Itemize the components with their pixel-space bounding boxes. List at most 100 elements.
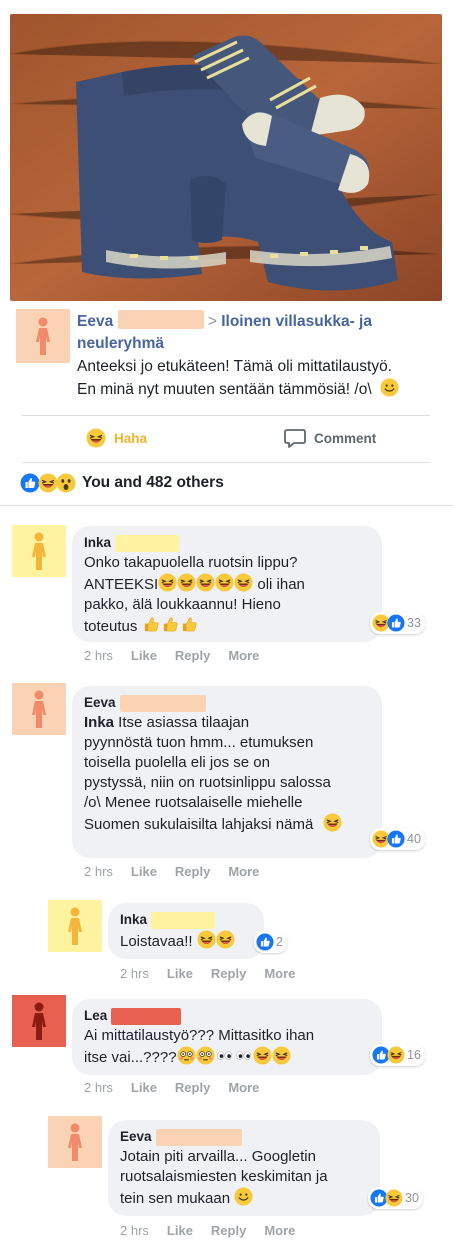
post-text: Anteeksi jo etukäteen! Tämä oli mittatil…	[77, 356, 437, 401]
like-icon	[20, 473, 40, 493]
laughing-emoji-icon	[177, 573, 196, 592]
comment-text-line: oli ihan	[253, 576, 305, 593]
reaction-count-number: 2	[276, 935, 283, 949]
laughing-emoji-icon	[197, 930, 216, 949]
divider	[22, 462, 430, 463]
comment-reaction-count[interactable]: 40	[370, 828, 425, 850]
comment-avatar[interactable]	[12, 525, 66, 577]
comment-button[interactable]: Comment	[284, 424, 376, 452]
comment-author[interactable]: Inka	[84, 534, 111, 552]
comment-text-line: pakko, älä loukkaannu! Hieno	[84, 596, 281, 613]
laughing-emoji-icon	[216, 930, 235, 949]
comment-text-line: Suomen sukulaisilta lahjaksi nämä	[84, 816, 314, 833]
smile-emoji-icon	[234, 1187, 253, 1206]
comment-meta: 2 hrs Like Reply More	[120, 966, 313, 981]
thumbs-up-emoji-icon	[161, 615, 180, 634]
reaction-count-number: 16	[407, 1048, 421, 1062]
post-author-name[interactable]: Eeva	[77, 313, 113, 330]
reply-link[interactable]: Reply	[211, 966, 246, 981]
comment-meta: 2 hrs Like Reply More	[84, 648, 277, 663]
wow-icon	[56, 473, 76, 493]
haha-icon	[86, 428, 106, 448]
flushed-emoji-icon	[177, 1046, 196, 1065]
post-photo[interactable]	[10, 14, 442, 301]
reply-link[interactable]: Reply	[175, 1080, 210, 1095]
post-text-line-2: En minä nyt muuten sentään tämmösiä! /o\	[77, 381, 372, 398]
like-link[interactable]: Like	[131, 648, 157, 663]
comment-text-line: itse vai...????	[84, 1049, 177, 1066]
comment-text-line: toteutus	[84, 618, 138, 635]
smile-emoji-icon	[380, 378, 399, 397]
comment-bubble: Eeva Inka Itse asiassa tilaajan pyynnöst…	[72, 686, 382, 858]
comment-text-line: Jotain piti arvailla... Googletin	[120, 1148, 316, 1165]
more-link[interactable]: More	[228, 1080, 259, 1095]
redacted-surname	[115, 534, 180, 552]
flushed-emoji-icon	[196, 1046, 215, 1065]
comment-time[interactable]: 2 hrs	[120, 1223, 149, 1238]
redacted-surname	[151, 911, 216, 929]
more-link[interactable]: More	[264, 1223, 295, 1238]
mention-link[interactable]: Inka	[84, 714, 114, 731]
comment-text-line: ruotsalaismiesten keskimitan ja	[120, 1168, 328, 1185]
comment-icon	[284, 429, 306, 448]
laughing-emoji-icon	[234, 573, 253, 592]
like-link[interactable]: Like	[167, 1223, 193, 1238]
comment-time[interactable]: 2 hrs	[120, 966, 149, 981]
like-link[interactable]: Like	[131, 864, 157, 879]
comment-text-line: /o\ Menee ruotsalaiselle miehelle	[84, 794, 303, 811]
more-link[interactable]: More	[228, 864, 259, 879]
person-icon	[65, 907, 85, 947]
haha-icon	[387, 1046, 405, 1064]
comment-reaction-count[interactable]: 2	[254, 931, 287, 953]
comment-text-line: Ai mittatilaustyö??? Mittasitko ihan	[84, 1027, 315, 1044]
haha-icon	[38, 473, 58, 493]
haha-button[interactable]: Haha	[86, 424, 147, 452]
comment-author[interactable]: Inka	[120, 911, 147, 929]
comment-avatar[interactable]	[48, 900, 102, 952]
redacted-surname	[155, 1128, 242, 1146]
like-icon	[256, 933, 274, 951]
more-link[interactable]: More	[264, 966, 295, 981]
post-header: Eeva > Iloinen villasukka- ja neuleryhmä	[77, 310, 437, 355]
like-icon	[387, 830, 405, 848]
eyes-emoji-icon	[234, 1046, 253, 1065]
laughing-emoji-icon	[215, 573, 234, 592]
comment-meta: 2 hrs Like Reply More	[120, 1223, 313, 1238]
reaction-count-number: 33	[407, 616, 421, 630]
comment-time[interactable]: 2 hrs	[84, 648, 113, 663]
reactions-summary[interactable]: You and 482 others	[20, 473, 224, 493]
laughing-emoji-icon	[272, 1046, 291, 1065]
person-icon	[33, 317, 53, 357]
comment-bubble: Eeva Jotain piti arvailla... Googletin r…	[108, 1120, 380, 1216]
person-icon	[65, 1123, 85, 1163]
divider	[22, 415, 430, 416]
comment-time[interactable]: 2 hrs	[84, 864, 113, 879]
comment-author[interactable]: Eeva	[84, 694, 116, 712]
like-link[interactable]: Like	[131, 1080, 157, 1095]
person-icon	[29, 1002, 49, 1042]
like-link[interactable]: Like	[167, 966, 193, 981]
comment-reaction-count[interactable]: 30	[368, 1187, 423, 1209]
comment-author[interactable]: Lea	[84, 1007, 107, 1025]
thumbs-up-emoji-icon	[142, 615, 161, 634]
comment-reaction-count[interactable]: 16	[370, 1044, 425, 1066]
comment-avatar[interactable]	[48, 1116, 102, 1168]
grinning-emoji-icon	[323, 813, 342, 832]
redacted-surname	[119, 694, 206, 712]
reply-link[interactable]: Reply	[211, 1223, 246, 1238]
comment-text-line: toisella puolella eli jos se on	[84, 754, 270, 771]
comment-reaction-count[interactable]: 33	[370, 612, 425, 634]
comment-time[interactable]: 2 hrs	[84, 1080, 113, 1095]
comment-text-line: Loistavaa!!	[120, 933, 193, 950]
eyes-emoji-icon	[215, 1046, 234, 1065]
comment-avatar[interactable]	[12, 995, 66, 1047]
post-author-avatar[interactable]	[16, 309, 70, 363]
comment-avatar[interactable]	[12, 683, 66, 735]
reply-link[interactable]: Reply	[175, 648, 210, 663]
more-link[interactable]: More	[228, 648, 259, 663]
person-icon	[29, 690, 49, 730]
comment-text-line: pystyssä, niin on ruotsinlippu salossa	[84, 774, 331, 791]
reaction-count-number: 40	[407, 832, 421, 846]
comment-author[interactable]: Eeva	[120, 1128, 152, 1146]
reply-link[interactable]: Reply	[175, 864, 210, 879]
